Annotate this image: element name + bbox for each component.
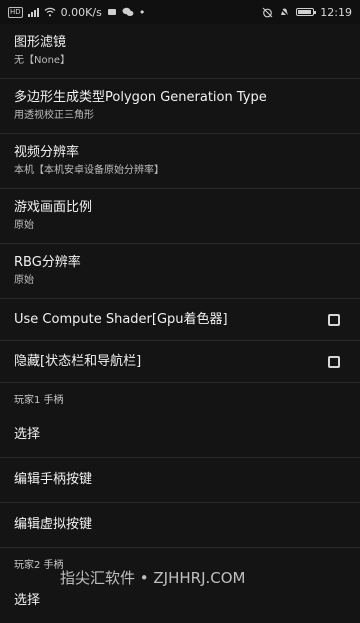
notification-icon	[107, 9, 116, 15]
pref-summary: 本机【本机安卓设备原始分辨率】	[14, 165, 164, 176]
pref-title: RBG分辨率	[14, 255, 81, 270]
pref-title: 编辑手柄按键	[14, 472, 93, 487]
settings-list: 图形滤镜 无【None】 多边形生成类型Polygon Generation T…	[0, 24, 360, 623]
edit-virtual-buttons-pref[interactable]: 编辑虚拟按键	[0, 503, 360, 548]
mute-icon	[279, 6, 290, 18]
pref-title: 游戏画面比例	[14, 200, 93, 215]
signal-icon	[27, 7, 39, 17]
pref-title: 编辑虚拟按键	[14, 517, 93, 532]
wifi-icon	[44, 7, 56, 17]
status-right: 12:19	[262, 6, 352, 19]
player1-select-pref[interactable]: 选择	[0, 413, 360, 458]
more-notifications-icon: •	[138, 5, 146, 19]
polygon-type-pref[interactable]: 多边形生成类型Polygon Generation Type 用透视校正三角形	[0, 79, 360, 134]
pref-title: 选择	[14, 427, 41, 442]
edit-gamepad-buttons-pref[interactable]: 编辑手柄按键	[0, 458, 360, 503]
graphics-filter-pref[interactable]: 图形滤镜 无【None】	[0, 24, 360, 79]
rbg-resolution-pref[interactable]: RBG分辨率 原始	[0, 244, 360, 299]
pref-title: 多边形生成类型Polygon Generation Type	[14, 90, 267, 105]
alarm-off-icon	[262, 7, 273, 17]
watermark: 指尖汇软件 • ZJHHRJ.COM	[60, 569, 246, 587]
pref-title: 视频分辨率	[14, 145, 80, 160]
aspect-ratio-pref[interactable]: 游戏画面比例 原始	[0, 189, 360, 244]
pref-title: 图形滤镜	[14, 35, 67, 50]
wechat-icon	[122, 7, 134, 16]
hd-badge: HD	[8, 6, 23, 18]
pref-summary: 用透视校正三角形	[14, 110, 94, 121]
pref-summary: 无【None】	[14, 55, 71, 66]
status-left: HD 0.00K/s •	[8, 6, 145, 19]
battery-icon	[296, 8, 317, 16]
compute-shader-checkbox[interactable]	[328, 313, 340, 326]
hide-bars-checkbox[interactable]	[328, 355, 340, 368]
pref-summary: 原始	[14, 275, 34, 286]
player1-category-header: 玩家1 手柄	[14, 394, 64, 406]
status-bar: HD 0.00K/s • 12:19	[0, 0, 360, 24]
pref-summary: 原始	[14, 220, 34, 231]
pref-title: 隐藏[状态栏和导航栏]	[14, 353, 142, 369]
video-resolution-pref[interactable]: 视频分辨率 本机【本机安卓设备原始分辨率】	[0, 134, 360, 189]
pref-title: Use Compute Shader[Gpu着色器]	[14, 311, 228, 327]
clock: 12:19	[320, 5, 352, 19]
compute-shader-pref[interactable]: Use Compute Shader[Gpu着色器]	[0, 299, 360, 341]
network-speed: 0.00K/s	[60, 5, 102, 19]
pref-title: 选择	[14, 592, 41, 608]
hide-bars-pref[interactable]: 隐藏[状态栏和导航栏]	[0, 341, 360, 383]
